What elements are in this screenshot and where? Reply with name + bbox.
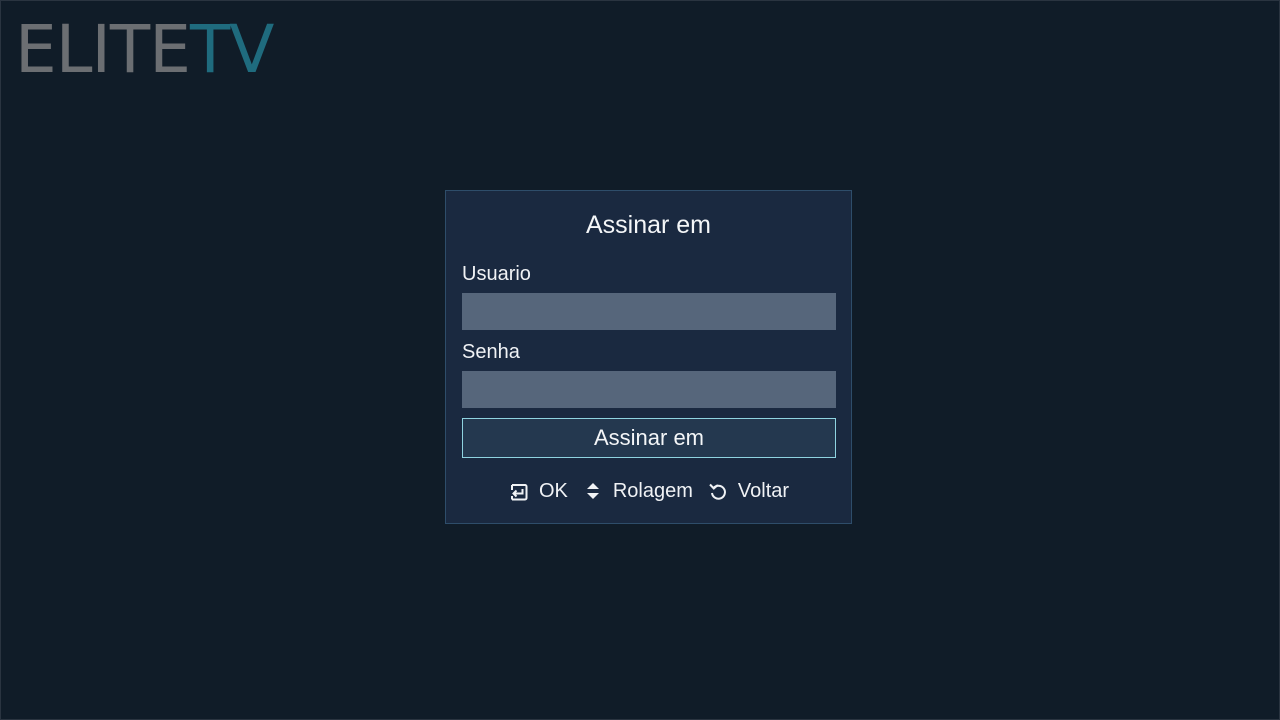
sign-in-button[interactable]: Assinar em bbox=[462, 418, 836, 458]
hint-back-label: Voltar bbox=[737, 479, 790, 502]
password-input[interactable] bbox=[462, 371, 836, 408]
hint-back: Voltar bbox=[707, 480, 789, 503]
logo-text-elite: ELITE bbox=[15, 11, 191, 88]
logo-text-tv: TV bbox=[189, 11, 274, 88]
enter-icon bbox=[508, 480, 530, 502]
hint-scroll: Rolagem bbox=[582, 480, 693, 503]
username-label: Usuario bbox=[462, 263, 531, 285]
sign-in-dialog: Assinar em Usuario Senha Assinar em OK R… bbox=[445, 190, 852, 524]
password-label: Senha bbox=[462, 341, 520, 363]
hint-ok-label: OK bbox=[538, 479, 568, 502]
hint-ok: OK bbox=[508, 480, 568, 503]
app-logo: ELITETV bbox=[15, 15, 274, 85]
up-down-arrows-icon bbox=[582, 480, 604, 502]
username-input[interactable] bbox=[462, 293, 836, 330]
hint-scroll-label: Rolagem bbox=[612, 479, 693, 502]
back-arrow-icon bbox=[707, 480, 729, 502]
dialog-title: Assinar em bbox=[585, 211, 712, 239]
remote-control-hints: OK Rolagem Voltar bbox=[446, 477, 851, 505]
login-screen: ELITETV Assinar em Usuario Senha Assinar… bbox=[0, 0, 1280, 720]
